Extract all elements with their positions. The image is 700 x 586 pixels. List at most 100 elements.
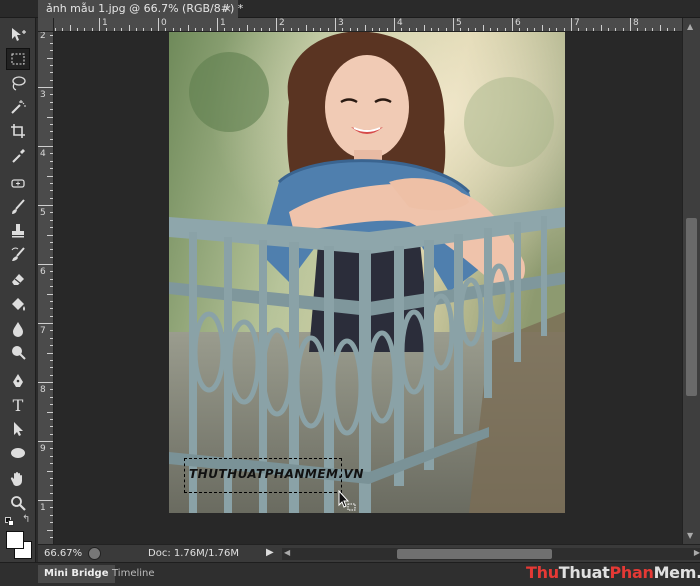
ruler-minor-tick (62, 28, 64, 31)
ruler-minor-tick (50, 109, 53, 111)
ruler-label: 4 (397, 18, 403, 28)
scroll-up-icon[interactable]: ▲ (687, 22, 693, 31)
ruler-minor-tick (50, 507, 53, 509)
blur-icon (13, 322, 23, 337)
ruler-major-tick (38, 323, 53, 324)
ruler-minor-tick (261, 28, 263, 31)
ruler-minor-tick (50, 404, 53, 406)
ruler-minor-tick (50, 448, 53, 450)
selection-marquee[interactable]: THUTHUATPHANMEM.VN (184, 458, 363, 493)
ruler-minor-tick (50, 190, 53, 192)
marquee-tool[interactable] (6, 48, 30, 70)
ruler-major-tick (38, 264, 53, 265)
zoom-level-field[interactable]: 66.67% (44, 548, 82, 559)
tab-mini-bridge[interactable]: Mini Bridge (38, 565, 115, 583)
move-tool[interactable] (6, 24, 30, 46)
ruler-minor-tick (666, 28, 668, 31)
close-icon[interactable]: × (223, 0, 232, 18)
ruler-major-tick (38, 500, 53, 501)
pen-tool[interactable] (6, 370, 30, 392)
lasso-icon (12, 76, 26, 91)
history-brush-icon (11, 247, 25, 261)
zoom-tool[interactable] (6, 492, 30, 514)
ruler-minor-tick (615, 28, 617, 31)
ruler-minor-tick (50, 212, 53, 214)
dodge-tool[interactable] (6, 342, 30, 364)
paint-bucket-tool[interactable] (6, 294, 30, 316)
ruler-major-tick (38, 146, 53, 147)
ruler-major-tick (335, 18, 336, 31)
magic-wand-tool[interactable] (6, 96, 30, 118)
ruler-minor-tick (50, 337, 53, 339)
eraser-tool[interactable] (6, 268, 30, 290)
horizontal-scrollbar-thumb[interactable] (397, 549, 552, 559)
foreground-color-swatch[interactable] (6, 531, 24, 549)
hand-tool[interactable] (6, 468, 30, 490)
ruler-minor-tick (50, 389, 53, 391)
horizontal-ruler[interactable]: 210123456789 (54, 18, 682, 32)
tab-timeline[interactable]: Timeline (106, 565, 161, 583)
ruler-label: 1 (220, 18, 226, 28)
ruler-minor-tick (194, 28, 196, 31)
healing-brush-tool[interactable] (6, 172, 30, 194)
ruler-label: 9 (40, 444, 46, 454)
path-selection-tool[interactable] (6, 418, 30, 440)
ruler-minor-tick (50, 168, 53, 170)
type-tool[interactable]: T (6, 394, 30, 416)
canvas-area[interactable]: THUTHUATPHANMEM.VN (54, 32, 682, 544)
ruler-label: 3 (40, 90, 46, 100)
lasso-tool[interactable] (6, 72, 30, 94)
ruler-minor-tick (50, 256, 53, 258)
ruler-minor-tick (54, 28, 56, 31)
vertical-scrollbar[interactable]: ▲ ▼ (682, 18, 700, 544)
ruler-minor-tick (305, 25, 307, 31)
ruler-minor-tick (47, 175, 53, 177)
ruler-minor-tick (438, 28, 440, 31)
ruler-label: 3 (338, 18, 344, 28)
ruler-minor-tick (69, 25, 71, 31)
scroll-left-icon[interactable]: ◀ (284, 548, 290, 557)
ruler-minor-tick (50, 300, 53, 302)
bottom-panel: Mini Bridge Timeline ThuThuatPhanMem.vn (0, 562, 700, 586)
ruler-major-tick (571, 18, 572, 31)
status-menu-arrow-icon[interactable]: ▶ (266, 547, 274, 558)
history-brush-tool[interactable] (6, 244, 30, 266)
brush-tool[interactable] (6, 196, 30, 218)
hand-icon (10, 472, 22, 487)
ruler-minor-tick (50, 271, 53, 273)
ruler-label: 7 (40, 326, 46, 336)
ruler-corner[interactable] (38, 18, 54, 32)
ruler-minor-tick (637, 28, 639, 31)
document-tab[interactable]: ảnh mẫu 1.jpg @ 66.7% (RGB/8#) * × (38, 0, 243, 18)
vertical-ruler[interactable]: 2 3 4 5 6 7 8 9 1 (38, 32, 54, 544)
ruler-label: 5 (456, 18, 462, 28)
ruler-label: 1 (102, 18, 108, 28)
tools-panel: T ↰ (0, 0, 36, 586)
swap-colors-icon[interactable]: ↰ (22, 514, 30, 525)
ruler-minor-tick (50, 182, 53, 184)
ruler-minor-tick (497, 28, 499, 31)
ruler-minor-tick (430, 28, 432, 31)
eyedropper-tool[interactable] (6, 145, 30, 167)
move-icon (12, 28, 26, 41)
ruler-minor-tick (268, 28, 270, 31)
export-status-icon[interactable] (88, 547, 101, 560)
photo-illustration (169, 32, 565, 513)
crop-tool[interactable] (6, 120, 30, 142)
ruler-minor-tick (652, 28, 654, 31)
clone-stamp-tool[interactable] (6, 220, 30, 242)
ruler-minor-tick (50, 160, 53, 162)
scroll-down-icon[interactable]: ▼ (687, 531, 693, 540)
default-colors-icon[interactable] (5, 517, 15, 527)
ruler-minor-tick (379, 28, 381, 31)
blur-tool[interactable] (6, 318, 30, 340)
ruler-minor-tick (50, 396, 53, 398)
ruler-major-tick (38, 205, 53, 206)
vertical-scrollbar-thumb[interactable] (686, 218, 697, 396)
horizontal-scrollbar[interactable]: ◀ ▶ (282, 548, 700, 560)
ellipse-tool[interactable] (6, 442, 30, 464)
scroll-right-icon[interactable]: ▶ (694, 548, 700, 557)
pen-icon (13, 374, 23, 387)
marquee-icon (11, 53, 25, 65)
ruler-minor-tick (50, 153, 53, 155)
